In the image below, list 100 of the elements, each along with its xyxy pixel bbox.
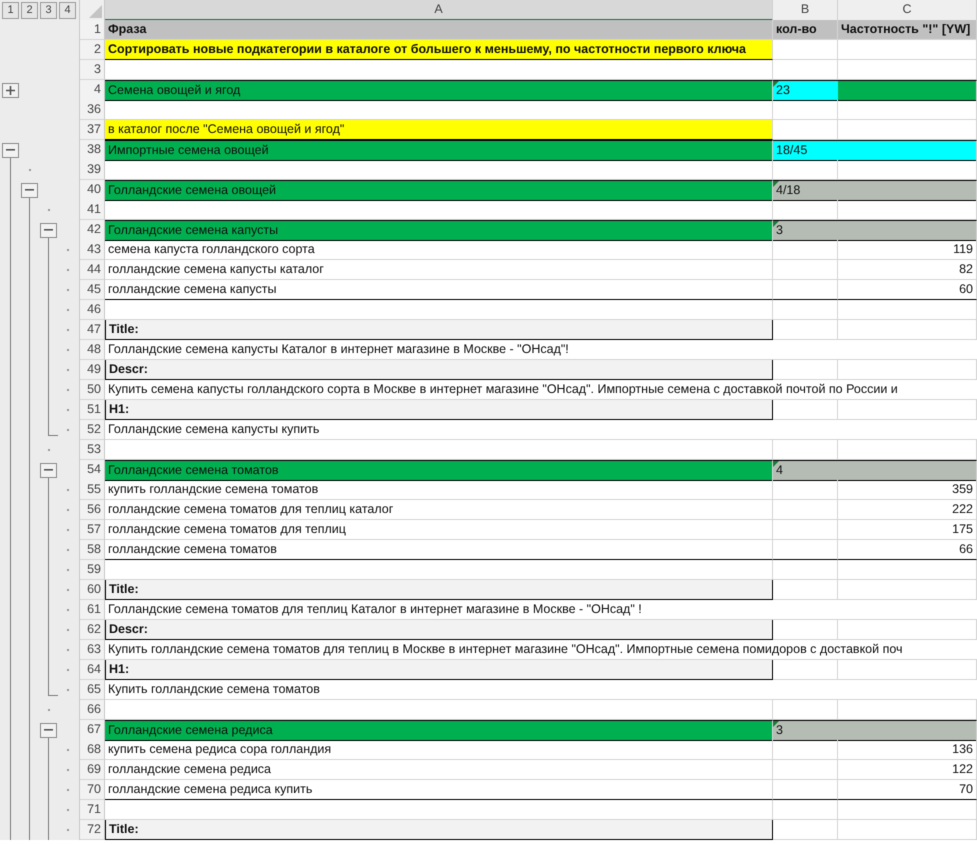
table-cell: Импортные семена овощей [105, 140, 773, 161]
row-header[interactable]: 59 [80, 560, 105, 580]
minus-icon [6, 149, 15, 151]
row-header[interactable]: 1 [80, 20, 105, 40]
row-header[interactable]: 45 [80, 280, 105, 300]
row-header[interactable]: 72 [80, 820, 105, 840]
table-cell: 119 [838, 240, 977, 260]
row-header[interactable]: 41 [80, 200, 105, 220]
table-cell: 4/18 [773, 180, 838, 201]
table-cell: 122 [838, 760, 977, 780]
table-cell: 222 [838, 500, 977, 520]
table-cell: Семена овощей и ягод [105, 80, 773, 101]
table-cell: Купить голландские семена томатов [105, 680, 977, 700]
minus-icon [44, 729, 53, 731]
row-header[interactable]: 42 [80, 220, 105, 241]
table-cell: 359 [838, 480, 977, 500]
outline-level-button[interactable]: 4 [59, 2, 76, 18]
row-header[interactable]: 68 [80, 740, 105, 760]
row-header[interactable]: 44 [80, 260, 105, 280]
table-cell [773, 540, 838, 560]
row-header[interactable]: 46 [80, 300, 105, 320]
table-cell [773, 360, 838, 380]
row-header[interactable]: 50 [80, 380, 105, 400]
table-cell: Голландские семена редиса [105, 720, 773, 741]
table-cell: H1: [105, 400, 773, 420]
row-header[interactable]: 36 [80, 100, 105, 120]
row-header[interactable]: 66 [80, 700, 105, 720]
collapse-button[interactable] [40, 222, 57, 238]
row-header[interactable]: 61 [80, 600, 105, 620]
table-cell: Descr: [105, 620, 773, 640]
row-header[interactable]: 55 [80, 480, 105, 500]
table-cell: Голландские семена томатов [105, 460, 773, 481]
table-cell: в каталог после "Семена овощей и ягод" [105, 120, 773, 140]
table-cell: Descr: [105, 360, 773, 380]
collapse-button[interactable] [21, 182, 38, 198]
table-cell: Фраза [105, 20, 773, 40]
expand-button[interactable] [2, 82, 19, 98]
table-cell: голландские семена редиса купить [105, 780, 773, 800]
table-cell [773, 40, 838, 60]
row-header[interactable]: 52 [80, 420, 105, 440]
row-header[interactable]: 70 [80, 780, 105, 800]
table-cell: 3 [773, 220, 838, 241]
table-cell [773, 260, 838, 280]
collapse-button[interactable] [40, 722, 57, 738]
row-header[interactable]: 58 [80, 540, 105, 560]
table-cell [773, 580, 838, 600]
row-header[interactable]: 43 [80, 240, 105, 260]
row-header[interactable]: 48 [80, 340, 105, 360]
table-cell [773, 760, 838, 780]
table-cell: 175 [838, 520, 977, 540]
row-header[interactable]: 47 [80, 320, 105, 340]
table-cell: 18/45 [773, 140, 838, 161]
row-header[interactable]: 2 [80, 40, 105, 60]
table-cell [773, 480, 838, 500]
row-header[interactable]: 69 [80, 760, 105, 780]
table-cell: Title: [105, 820, 773, 840]
column-header[interactable]: A [105, 0, 773, 21]
table-cell [773, 820, 838, 840]
table-cell [773, 740, 838, 760]
row-header[interactable]: 71 [80, 800, 105, 820]
minus-icon [25, 189, 34, 191]
column-header[interactable]: C [838, 0, 977, 21]
table-cell: купить голландские семена томатов [105, 480, 773, 500]
table-cell: Частотность "!" [YW] [838, 20, 977, 40]
row-header[interactable]: 37 [80, 120, 105, 140]
collapse-button[interactable] [40, 462, 57, 478]
collapse-button[interactable] [2, 142, 19, 158]
row-header[interactable]: 57 [80, 520, 105, 540]
row-header[interactable]: 63 [80, 640, 105, 660]
table-cell [773, 300, 838, 320]
table-cell: голландские семена томатов [105, 540, 773, 560]
outline-level-button[interactable]: 2 [21, 2, 38, 18]
table-cell: 82 [838, 260, 977, 280]
row-header[interactable]: 3 [80, 60, 105, 80]
table-cell: голландские семена томатов для теплиц [105, 520, 773, 540]
row-header[interactable]: 49 [80, 360, 105, 380]
outline-level-button[interactable]: 1 [2, 2, 19, 18]
row-header[interactable]: 64 [80, 660, 105, 680]
table-cell: купить семена редиса сора голландия [105, 740, 773, 760]
row-header[interactable]: 56 [80, 500, 105, 520]
outline-level-button[interactable]: 3 [40, 2, 57, 18]
row-header[interactable]: 40 [80, 180, 105, 201]
table-cell: семена капуста голландского сорта [105, 240, 773, 260]
row-header[interactable]: 60 [80, 580, 105, 600]
row-header[interactable]: 38 [80, 140, 105, 161]
row-header[interactable]: 4 [80, 80, 105, 101]
row-header[interactable]: 51 [80, 400, 105, 420]
table-cell: голландские семена капусты каталог [105, 260, 773, 280]
column-header[interactable]: B [773, 0, 838, 21]
minus-icon [44, 469, 53, 471]
row-header[interactable]: 62 [80, 620, 105, 640]
table-cell [773, 560, 838, 580]
row-header[interactable]: 67 [80, 720, 105, 741]
table-cell: 23 [773, 80, 838, 101]
row-header[interactable]: 53 [80, 440, 105, 460]
table-cell [773, 620, 838, 640]
row-header[interactable]: 65 [80, 680, 105, 700]
row-header[interactable]: 39 [80, 160, 105, 180]
table-cell: голландские семена томатов для теплиц каталог [105, 500, 773, 520]
row-header[interactable]: 54 [80, 460, 105, 481]
